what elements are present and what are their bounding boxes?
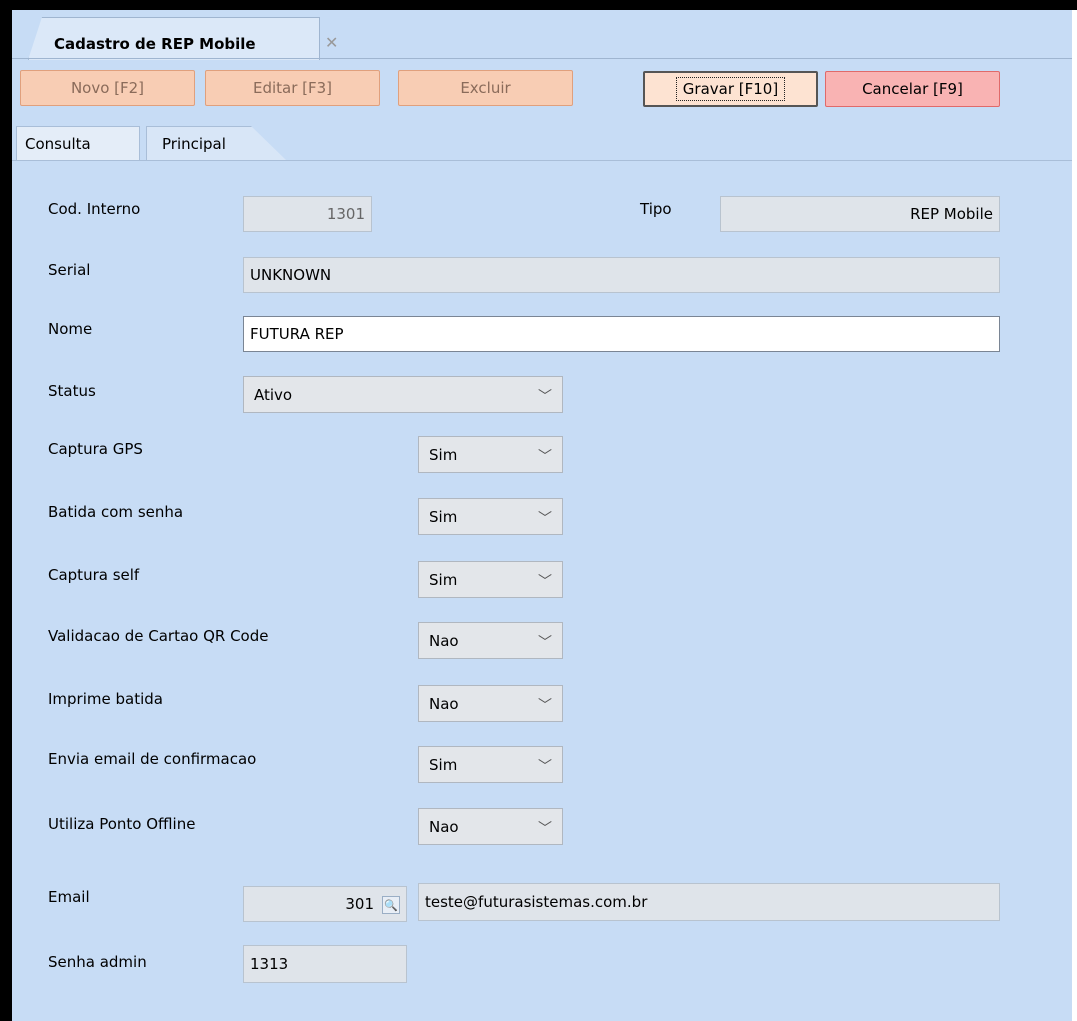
chevron-down-icon: ﹀: [538, 449, 552, 465]
gravar-button[interactable]: Gravar [F10]: [643, 71, 818, 107]
captura-self-value: Sim: [429, 570, 458, 589]
editar-button[interactable]: Editar [F3]: [205, 70, 380, 106]
captura-gps-select[interactable]: Sim ﹀: [418, 436, 563, 473]
batida-com-senha-label: Batida com senha: [48, 503, 184, 521]
envia-email-value: Sim: [429, 755, 458, 774]
captura-self-select[interactable]: Sim ﹀: [418, 561, 563, 598]
validacao-qr-label: Validacao de Cartao QR Code: [48, 627, 269, 645]
ponto-offline-value: Nao: [429, 817, 459, 836]
novo-button-label: Novo [F2]: [70, 79, 145, 97]
serial-label: Serial: [48, 261, 91, 279]
nome-input[interactable]: FUTURA REP: [243, 316, 1000, 352]
status-select[interactable]: Ativo ﹀: [243, 376, 563, 413]
captura-gps-value: Sim: [429, 445, 458, 464]
tipo-label: Tipo: [640, 200, 672, 218]
envia-email-select[interactable]: Sim ﹀: [418, 746, 563, 783]
serial-field: UNKNOWN: [243, 257, 1000, 293]
imprime-batida-select[interactable]: Nao ﹀: [418, 685, 563, 722]
chevron-down-icon: ﹀: [538, 821, 552, 837]
imprime-batida-value: Nao: [429, 694, 459, 713]
excluir-button-label: Excluir: [460, 79, 511, 97]
cancelar-button-label: Cancelar [F9]: [862, 80, 963, 98]
search-icon[interactable]: 🔍: [382, 896, 400, 914]
tab-strip-line: [12, 160, 1072, 161]
tipo-value: REP Mobile: [910, 205, 993, 223]
novo-button[interactable]: Novo [F2]: [20, 70, 195, 106]
window-top-border: [0, 0, 1077, 10]
chevron-down-icon: ﹀: [538, 635, 552, 651]
close-icon[interactable]: ✕: [325, 33, 338, 52]
cod-interno-value: 1301: [326, 205, 365, 223]
serial-value: UNKNOWN: [250, 266, 332, 284]
tipo-field: REP Mobile: [720, 196, 1000, 232]
chevron-down-icon: ﹀: [538, 698, 552, 714]
imprime-batida-label: Imprime batida: [48, 690, 163, 708]
document-tab-title: Cadastro de REP Mobile: [54, 35, 256, 53]
window-left-border: [0, 10, 12, 1021]
tab-principal-label: Principal: [162, 134, 226, 153]
senha-admin-input[interactable]: 1313: [243, 945, 407, 983]
status-label: Status: [48, 382, 96, 400]
gravar-button-label: Gravar [F10]: [675, 77, 786, 101]
senha-admin-label: Senha admin: [48, 953, 147, 971]
batida-com-senha-select[interactable]: Sim ﹀: [418, 498, 563, 535]
chevron-down-icon: ﹀: [538, 759, 552, 775]
chevron-down-icon: ﹀: [538, 389, 552, 405]
nome-label: Nome: [48, 320, 93, 338]
envia-email-label: Envia email de confirmacao: [48, 750, 257, 768]
divider: [12, 58, 1072, 59]
email-address-value: teste@futurasistemas.com.br: [425, 893, 648, 911]
captura-gps-label: Captura GPS: [48, 440, 143, 458]
chevron-down-icon: ﹀: [538, 511, 552, 527]
cancelar-button[interactable]: Cancelar [F9]: [825, 71, 1000, 107]
email-code-input[interactable]: 301 🔍: [243, 886, 407, 922]
window: Cadastro de REP Mobile ✕ Novo [F2] Edita…: [0, 0, 1077, 1021]
batida-com-senha-value: Sim: [429, 507, 458, 526]
ponto-offline-label: Utiliza Ponto Offline: [48, 815, 196, 833]
excluir-button[interactable]: Excluir: [398, 70, 573, 106]
cod-interno-field: 1301: [243, 196, 372, 232]
cod-interno-label: Cod. Interno: [48, 200, 141, 218]
validacao-qr-select[interactable]: Nao ﹀: [418, 622, 563, 659]
validacao-qr-value: Nao: [429, 631, 459, 650]
tab-consulta-label: Consulta: [25, 134, 91, 153]
chevron-down-icon: ﹀: [538, 574, 552, 590]
status-value: Ativo: [254, 385, 293, 404]
senha-admin-value: 1313: [250, 955, 289, 973]
ponto-offline-select[interactable]: Nao ﹀: [418, 808, 563, 845]
captura-self-label: Captura self: [48, 566, 140, 584]
editar-button-label: Editar [F3]: [252, 79, 333, 97]
email-code-value: 301: [345, 895, 374, 913]
nome-value: FUTURA REP: [250, 325, 344, 343]
email-address-field: teste@futurasistemas.com.br: [418, 883, 1000, 921]
tab-consulta[interactable]: Consulta: [16, 126, 140, 160]
email-label: Email: [48, 888, 90, 906]
